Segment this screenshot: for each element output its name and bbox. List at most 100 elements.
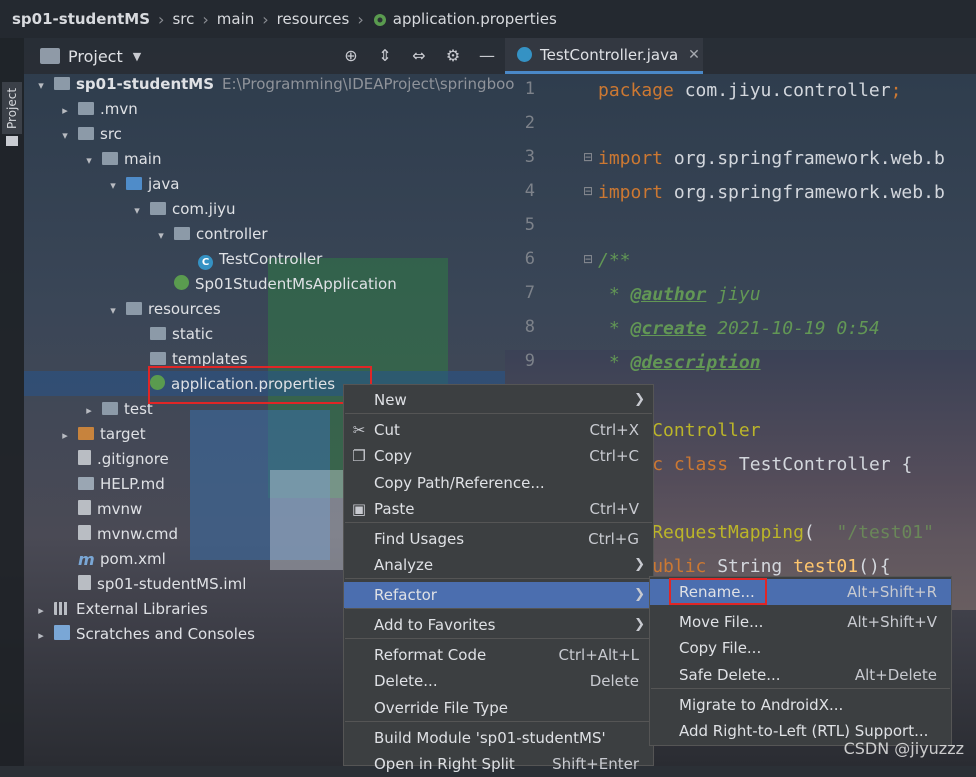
context-menu-item[interactable]: ❐ Copy Ctrl+C <box>344 443 653 469</box>
menu-item-label: Refactor <box>374 586 437 604</box>
editor-tab-testcontroller[interactable]: TestController.java ✕ <box>505 38 703 74</box>
folder-icon <box>102 152 118 165</box>
chevron-right-icon[interactable]: ▸ <box>34 623 48 648</box>
tree-item-label: mvnw.cmd <box>97 525 179 543</box>
context-menu-item[interactable]: Analyze ❯ <box>344 552 653 578</box>
menu-item-label: Copy File... <box>679 639 762 657</box>
tree-item[interactable]: C TestController <box>178 247 322 272</box>
breadcrumb-main[interactable]: main <box>217 10 254 28</box>
menu-item-shortcut: Ctrl+G <box>588 530 639 548</box>
chevron-down-icon[interactable]: ▼ <box>133 50 141 63</box>
gitignore-file-icon <box>78 450 91 465</box>
tree-item[interactable]: ▸ Scratches and Consoles <box>34 622 255 647</box>
refactor-menu-item[interactable]: Migrate to AndroidX... <box>650 692 951 718</box>
chevron-right-icon[interactable]: ▸ <box>82 398 96 423</box>
chevron-right-icon[interactable]: ▸ <box>58 98 72 123</box>
context-menu-item[interactable]: Open in Right Split Shift+Enter <box>344 751 653 777</box>
chevron-down-icon[interactable]: ▾ <box>130 198 144 223</box>
breadcrumb-src[interactable]: src <box>172 10 194 28</box>
library-icon <box>54 602 70 615</box>
folder-icon <box>150 352 166 365</box>
code-token: "/test01" <box>836 522 934 543</box>
code-token: com.jiyu.controller <box>684 80 891 101</box>
tree-item[interactable]: ▾ src <box>58 122 122 147</box>
tree-item[interactable]: ▾ sp01-studentMS E:\Programming\IDEAProjec… <box>34 72 514 97</box>
tree-item[interactable]: ▸ target <box>58 422 145 448</box>
source-folder-icon <box>126 177 142 190</box>
context-menu-item[interactable]: Delete... Delete <box>344 668 653 694</box>
tree-item[interactable]: ▾ java <box>106 172 179 197</box>
close-icon[interactable]: ✕ <box>688 47 700 63</box>
gear-icon[interactable]: ⚙ <box>443 46 463 66</box>
menu-item-label: New <box>374 391 407 409</box>
context-menu-item[interactable]: New ❯ <box>344 387 653 413</box>
class-icon <box>517 47 532 62</box>
project-tool-window-button[interactable]: Project <box>2 82 22 134</box>
locate-file-icon[interactable]: ⊕ <box>341 46 361 66</box>
tree-item[interactable]: Sp01StudentMsApplication <box>154 272 397 297</box>
module-folder-icon <box>54 77 70 90</box>
refactor-menu-item[interactable]: Move File... Alt+Shift+V <box>650 609 951 635</box>
chevron-down-icon[interactable]: ▾ <box>106 173 120 198</box>
context-menu-item[interactable]: Override File Type <box>344 695 653 721</box>
context-menu-item[interactable]: Find Usages Ctrl+G <box>344 526 653 552</box>
tree-item[interactable]: sp01-studentMS.iml <box>58 572 246 597</box>
tree-item-label: TestController <box>219 250 323 268</box>
context-menu-item[interactable]: ✂ Cut Ctrl+X <box>344 417 653 443</box>
tree-item[interactable]: mvnw <box>58 497 142 522</box>
breadcrumb-resources[interactable]: resources <box>277 10 350 28</box>
tree-item[interactable]: ▸ .mvn <box>58 97 138 122</box>
collapse-all-icon[interactable]: ⇔ <box>409 46 429 66</box>
chevron-right-icon[interactable]: ▸ <box>34 598 48 623</box>
code-line: * @description <box>598 346 761 380</box>
tree-item[interactable]: mvnw.cmd <box>58 522 178 547</box>
tree-item[interactable]: static <box>130 322 213 347</box>
tree-item-label: resources <box>148 300 221 318</box>
refactor-menu-item[interactable]: Safe Delete... Alt+Delete <box>650 662 951 688</box>
project-panel-title[interactable]: Project <box>68 47 123 66</box>
menu-separator <box>345 413 652 414</box>
fold-marker-icon[interactable]: ⊟ <box>583 184 593 198</box>
tree-item[interactable]: HELP.md <box>58 472 165 497</box>
chevron-right-icon: ❯ <box>634 557 645 572</box>
left-tool-window-stripe: Project <box>0 38 24 766</box>
context-menu-item[interactable]: ▣ Paste Ctrl+V <box>344 496 653 522</box>
excluded-folder-icon <box>78 427 94 440</box>
context-menu-item[interactable]: Copy Path/Reference... <box>344 470 653 496</box>
tree-item[interactable]: ▸ External Libraries <box>34 597 208 622</box>
tree-item-label: mvnw <box>97 500 143 518</box>
menu-item-shortcut: Alt+Shift+R <box>847 583 937 601</box>
code-token: * <box>598 318 631 339</box>
menu-item-label: Override File Type <box>374 699 508 717</box>
fold-marker-icon[interactable]: ⊟ <box>583 150 593 164</box>
menu-item-shortcut: Ctrl+Alt+L <box>558 646 640 664</box>
tree-item[interactable]: ▾ controller <box>154 222 267 248</box>
chevron-down-icon[interactable]: ▾ <box>82 148 96 173</box>
chevron-down-icon[interactable]: ▾ <box>106 298 120 323</box>
code-token: * <box>598 352 631 373</box>
context-menu-item[interactable]: Build Module 'sp01-studentMS' <box>344 725 653 751</box>
chevron-down-icon[interactable]: ▾ <box>154 223 168 248</box>
chevron-down-icon[interactable]: ▾ <box>34 73 48 98</box>
fold-marker-icon[interactable]: ⊟ <box>583 252 593 266</box>
expand-all-icon[interactable]: ⇕ <box>375 46 395 66</box>
chevron-right-icon[interactable]: ▸ <box>58 423 72 448</box>
context-menu-item[interactable]: Refactor ❯ <box>344 582 653 608</box>
tree-item[interactable]: m pom.xml <box>58 547 166 572</box>
tree-item[interactable]: ▸ test <box>82 397 153 422</box>
context-menu-item[interactable]: Reformat Code Ctrl+Alt+L <box>344 642 653 668</box>
hide-panel-icon[interactable]: — <box>477 46 497 66</box>
tree-item[interactable]: ▾ main <box>82 147 161 172</box>
tree-item[interactable]: ▾ com.jiyu <box>130 197 235 223</box>
tree-item[interactable]: ▾ resources <box>106 297 221 323</box>
breadcrumb-project[interactable]: sp01-studentMS <box>12 10 150 28</box>
refactor-menu-item[interactable]: Copy File... <box>650 635 951 661</box>
chevron-down-icon[interactable]: ▾ <box>58 123 72 148</box>
context-menu-item[interactable]: Add to Favorites ❯ <box>344 612 653 638</box>
spring-boot-class-icon <box>174 275 189 290</box>
breadcrumb-file[interactable]: application.properties <box>393 10 557 28</box>
tree-item[interactable]: .gitignore <box>58 447 169 472</box>
properties-file-icon <box>373 14 386 26</box>
menu-separator <box>345 608 652 609</box>
menu-item-label: Delete... <box>374 672 438 690</box>
